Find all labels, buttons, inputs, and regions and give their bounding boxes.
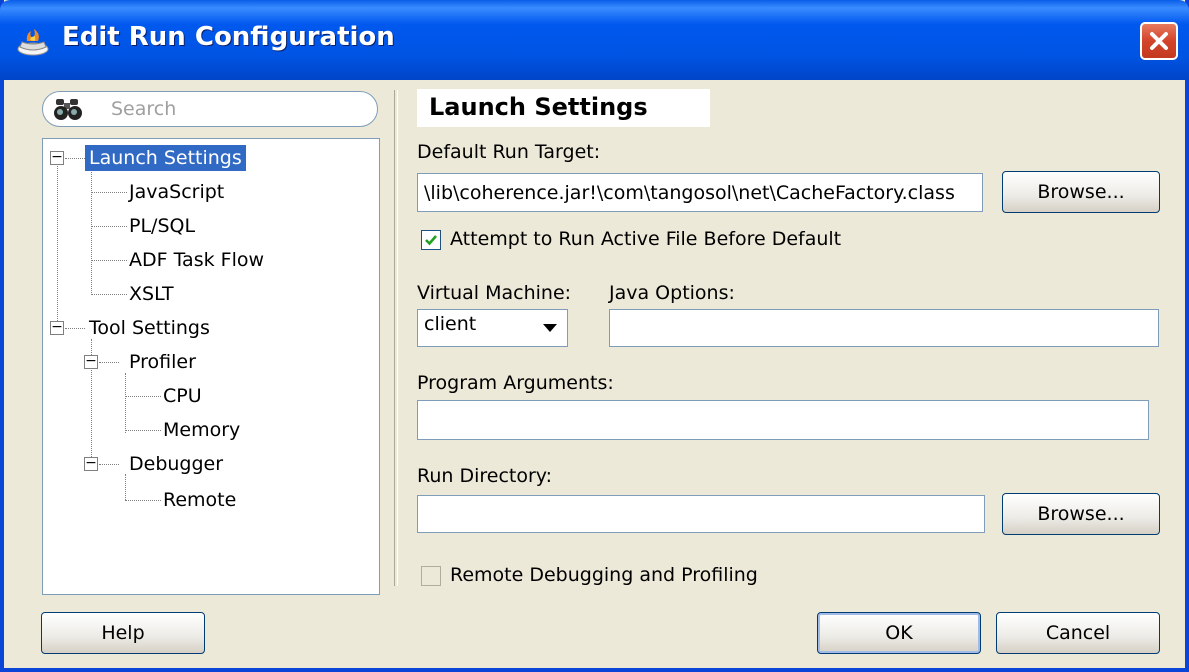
- tree-line: [91, 226, 127, 227]
- tree-line: [125, 396, 161, 397]
- cancel-button[interactable]: Cancel: [996, 612, 1160, 654]
- ok-button[interactable]: OK: [817, 612, 981, 654]
- collapse-icon[interactable]: −: [84, 354, 98, 369]
- tree-item-debugger[interactable]: Debugger: [129, 451, 223, 477]
- search-box[interactable]: [42, 91, 378, 127]
- collapse-icon[interactable]: −: [84, 456, 98, 471]
- collapse-icon[interactable]: −: [50, 320, 64, 335]
- tree-item-cpu[interactable]: CPU: [163, 383, 202, 409]
- tree-line: [91, 165, 92, 293]
- tree-line: [65, 328, 85, 329]
- section-header: Launch Settings: [417, 89, 710, 127]
- checkmark-icon: [425, 235, 437, 246]
- remote-debugging-checkbox[interactable]: [421, 566, 441, 586]
- configuration-tree[interactable]: − − − − Launch Settings JavaScript PL/SQ…: [42, 138, 380, 595]
- tree-item-remote[interactable]: Remote: [163, 487, 236, 513]
- program-arguments-field[interactable]: [417, 400, 1149, 440]
- collapse-icon[interactable]: −: [50, 150, 64, 165]
- tree-item-launch-settings[interactable]: Launch Settings: [85, 145, 246, 171]
- close-button[interactable]: [1140, 22, 1178, 60]
- help-button[interactable]: Help: [41, 612, 205, 654]
- java-options-field[interactable]: [609, 309, 1159, 347]
- tree-line: [125, 430, 161, 431]
- close-icon: [1150, 32, 1168, 50]
- default-run-target-field[interactable]: [417, 173, 983, 212]
- section-heading: Launch Settings: [429, 93, 648, 121]
- run-directory-label: Run Directory:: [417, 465, 553, 487]
- tree-line: [99, 464, 119, 465]
- tree-item-plsql[interactable]: PL/SQL: [129, 213, 195, 239]
- tree-item-xslt[interactable]: XSLT: [129, 281, 174, 307]
- tree-item-javascript[interactable]: JavaScript: [129, 179, 224, 205]
- tree-item-adf-task-flow[interactable]: ADF Task Flow: [129, 247, 264, 273]
- tree-item-tool-settings[interactable]: Tool Settings: [89, 315, 210, 341]
- tree-line: [91, 192, 127, 193]
- virtual-machine-value: client: [424, 313, 477, 335]
- edit-run-configuration-dialog: Edit Run Configuration Search − − − − La…: [0, 0, 1189, 672]
- tree-line: [125, 373, 126, 433]
- tree-line: [65, 158, 85, 159]
- tree-item-profiler[interactable]: Profiler: [129, 349, 196, 375]
- dropdown-arrow-icon: [543, 324, 557, 332]
- attempt-active-checkbox[interactable]: [421, 230, 441, 250]
- program-arguments-label: Program Arguments:: [417, 372, 614, 394]
- tree-line: [91, 260, 127, 261]
- attempt-active-label[interactable]: Attempt to Run Active File Before Defaul…: [450, 228, 841, 250]
- tree-line: [125, 500, 161, 501]
- app-icon: [17, 29, 49, 56]
- title-bar[interactable]: Edit Run Configuration: [0, 0, 1189, 80]
- tree-item-memory[interactable]: Memory: [163, 417, 240, 443]
- virtual-machine-select[interactable]: client: [417, 309, 568, 347]
- tree-line: [99, 362, 119, 363]
- remote-debugging-label[interactable]: Remote Debugging and Profiling: [450, 564, 758, 586]
- default-run-target-label: Default Run Target:: [417, 141, 601, 163]
- virtual-machine-label: Virtual Machine:: [417, 282, 572, 304]
- run-directory-field[interactable]: [417, 495, 985, 533]
- browse-run-directory-button[interactable]: Browse...: [1002, 493, 1160, 535]
- tree-line: [125, 474, 126, 500]
- search-input[interactable]: [111, 92, 361, 126]
- java-options-label: Java Options:: [609, 282, 735, 304]
- dialog-title: Edit Run Configuration: [62, 22, 395, 52]
- tree-line: [57, 159, 58, 327]
- browse-run-target-button[interactable]: Browse...: [1002, 171, 1160, 213]
- vertical-divider: [394, 90, 398, 586]
- binoculars-icon: [54, 99, 82, 120]
- tree-line: [91, 294, 127, 295]
